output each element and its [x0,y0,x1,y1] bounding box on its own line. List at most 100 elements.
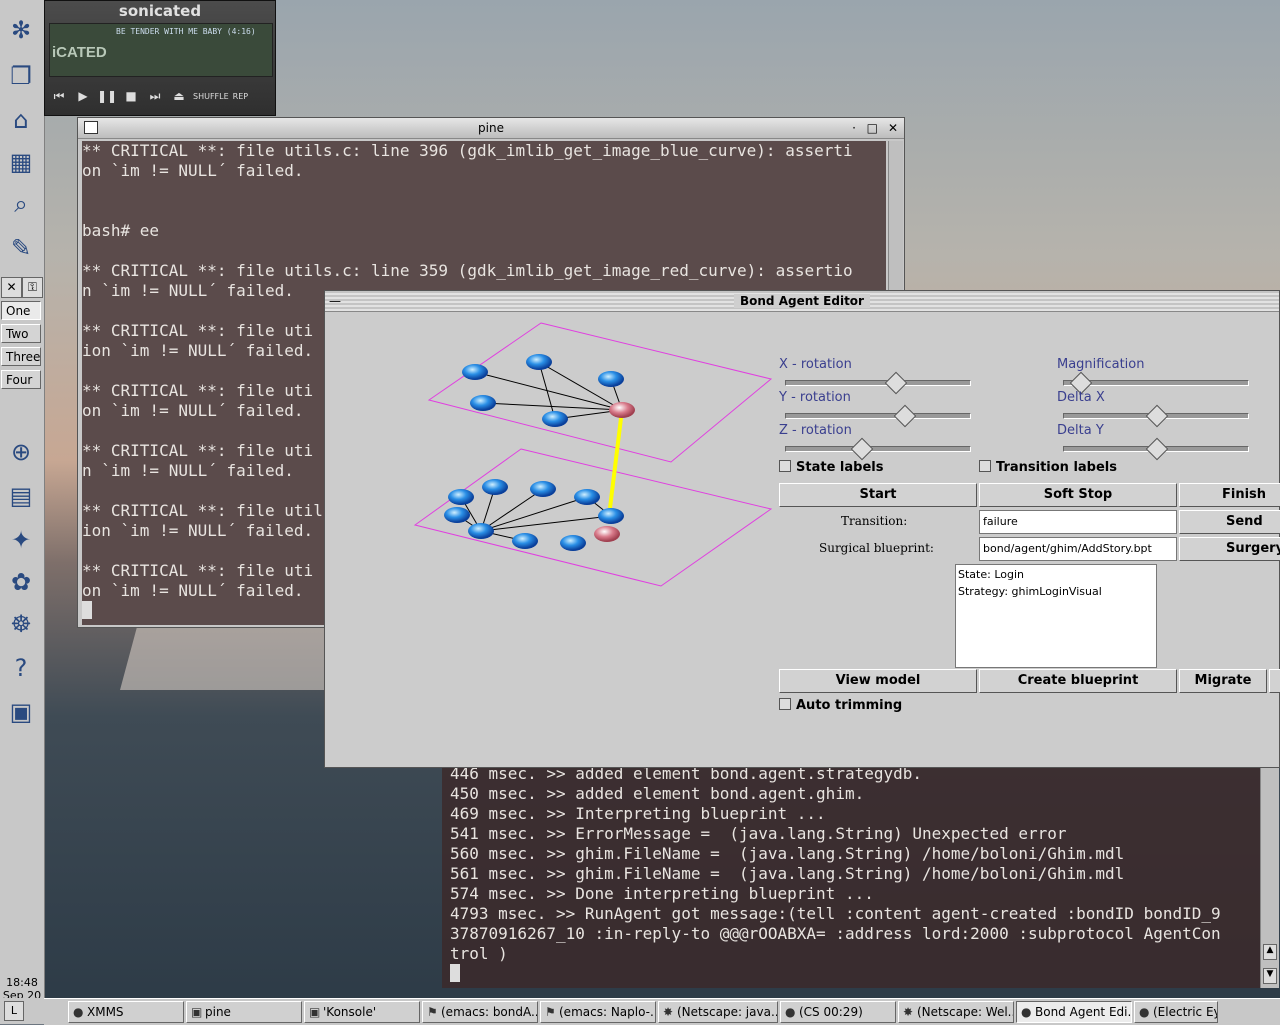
taskbar-item[interactable]: ⚑ (emacs: Naplo-... [540,1001,656,1023]
konsole-window[interactable]: 446 msec. >> added element bond.agent.st… [440,764,1280,990]
state-node [448,489,474,505]
agent-info-textarea[interactable]: State: Login Strategy: ghimLoginVisual [955,564,1157,668]
desktop-three-button[interactable]: Three [1,347,41,366]
maximize-icon[interactable]: □ [867,118,878,138]
window-menu-icon[interactable]: — [329,291,341,311]
shuffle-button[interactable]: SHUFFLE [193,92,229,101]
window-menu-icon[interactable] [84,121,98,134]
terminal-line: 450 msec. >> added element bond.agent.gh… [450,784,865,803]
slider-thumb[interactable] [1145,404,1169,428]
stop-icon[interactable]: ■ [121,89,141,103]
taskbar-item[interactable]: ● XMMS [68,1001,184,1023]
x-rotation-slider[interactable] [785,371,971,395]
checkbox-box[interactable] [979,460,991,472]
home-icon[interactable]: ⌂ [3,102,39,138]
send-button[interactable]: Send [1179,510,1280,534]
slider-thumb[interactable] [884,371,908,395]
taskbar-item[interactable]: ● (CS 00:29) [780,1001,896,1023]
transition-labels-checkbox[interactable]: Transition labels [979,460,1117,475]
surgery-button[interactable]: Surgery [1179,537,1280,561]
gimp-icon[interactable]: ✦ [3,522,39,558]
minimize-icon[interactable]: · [852,118,856,138]
terminal-line: 4793 msec. >> RunAgent got message:(tell… [450,904,1221,923]
dot-icon: ● [73,1005,84,1019]
close-icon[interactable]: ✕ [1,277,22,298]
lock-icon[interactable]: ⚿ [22,277,43,298]
helm-icon[interactable]: ☸ [3,606,39,642]
konsole-scrollbar[interactable]: ▲ ▼ [1260,764,1279,988]
checkbox-box[interactable] [779,460,791,472]
taskbar-item[interactable]: ⚑ (emacs: bondA... [422,1001,538,1023]
state-labels-checkbox[interactable]: State labels [779,460,883,475]
taskbar-item[interactable]: ✸ (Netscape: java... [658,1001,778,1023]
help-icon[interactable]: ? [3,650,39,686]
pine-titlebar[interactable]: pine · □ ✕ [78,118,904,139]
state-nodes[interactable] [444,354,635,551]
terminal-line: 541 msec. >> ErrorMessage = (java.lang.S… [450,824,1067,843]
windows-icon[interactable]: ❐ [3,58,39,94]
surgical-blueprint-input[interactable]: bond/agent/ghim/AddStory.bpt [979,537,1177,561]
state-graph-canvas[interactable] [411,319,781,589]
globe-icon[interactable]: ⊕ [3,434,39,470]
scroll-up-icon[interactable]: ▲ [1263,944,1277,960]
desktop-one-button[interactable]: One [1,301,41,320]
dot-icon: ● [1139,1005,1150,1019]
terminal-shell-icon[interactable]: ▣ [3,694,39,730]
bond-titlebar[interactable]: — Bond Agent Editor [325,291,1279,312]
taskbar-item[interactable]: ● Bond Agent Edi... [1016,1001,1132,1023]
active-state-node [594,526,620,542]
xmms-title: sonicated [118,2,202,20]
tools-icon[interactable]: ✎ [3,230,39,266]
checkbox-box[interactable] [779,698,791,710]
pause-icon[interactable]: ❚❚ [97,89,117,103]
xmms-song-title: BE TENDER WITH ME BABY (4:16) [116,27,256,36]
transition-input[interactable]: failure [979,510,1177,534]
slider-thumb[interactable] [850,437,874,461]
eject-icon[interactable]: ⏏ [169,89,189,103]
book-icon[interactable]: ▤ [3,478,39,514]
slider-thumb[interactable] [893,404,916,428]
delta-x-slider[interactable] [1063,404,1249,428]
view-model-button[interactable]: View model [779,669,977,693]
kde-menu-icon[interactable]: ✻ [3,12,39,48]
finder-icon[interactable]: ⌕ [3,186,39,222]
y-rotation-slider[interactable] [785,404,971,428]
taskbar-item[interactable]: ●(Electric Eyes) [1134,1001,1218,1023]
slider-thumb[interactable] [1145,437,1169,461]
konsole-log-output[interactable]: 446 msec. >> added element bond.agent.st… [442,764,1262,988]
repeat-button[interactable]: REP [233,92,248,101]
start-button[interactable]: Start [779,483,977,507]
previous-icon[interactable]: ⏮ [49,89,69,104]
desktop-two-button[interactable]: Two [1,324,41,343]
magnification-slider[interactable] [1063,371,1249,395]
z-rotation-slider[interactable] [785,437,971,461]
finish-button[interactable]: Finish [1179,483,1280,507]
extra-button[interactable] [1269,669,1280,693]
taskbar-item[interactable]: ▣ pine [186,1001,302,1023]
terminal-line: ** CRITICAL **: file utils.c: line 396 (… [82,141,853,160]
dot-icon: ● [785,1005,796,1019]
soft-stop-button[interactable]: Soft Stop [979,483,1177,507]
taskbar-item[interactable]: ✸ (Netscape: Wel... [898,1001,1014,1023]
delta-y-slider[interactable] [1063,437,1249,461]
bond-agent-editor-window[interactable]: — Bond Agent Editor X - rotation Y - rot… [324,290,1280,768]
gnome-icon[interactable]: ✿ [3,564,39,600]
desktop-four-button[interactable]: Four [1,370,41,389]
create-blueprint-button[interactable]: Create blueprint [979,669,1177,693]
flag-icon: ⚑ [545,1005,556,1019]
auto-trimming-checkbox[interactable]: Auto trimming [779,698,902,713]
migrate-button[interactable]: Migrate [1179,669,1267,693]
taskbar-item[interactable]: ▣ 'Konsole' [304,1001,420,1023]
taskbar-item-label: XMMS [87,1005,124,1019]
l-button[interactable]: L [4,1001,24,1021]
monitor-icon[interactable]: ▦ [3,144,39,180]
delta-x-label: Delta X [1057,390,1105,405]
window-icon: ▣ [191,1005,203,1019]
terminal-line: 561 msec. >> ghim.FileName = (java.lang.… [450,864,1125,883]
play-icon[interactable]: ▶ [73,89,93,103]
scroll-down-icon[interactable]: ▼ [1263,968,1277,984]
next-icon[interactable]: ⏭ [145,89,165,104]
close-icon[interactable]: ✕ [888,118,898,138]
xmms-player[interactable]: sonicated iCATED BE TENDER WITH ME BABY … [44,0,276,116]
bond-title: Bond Agent Editor [734,294,870,308]
